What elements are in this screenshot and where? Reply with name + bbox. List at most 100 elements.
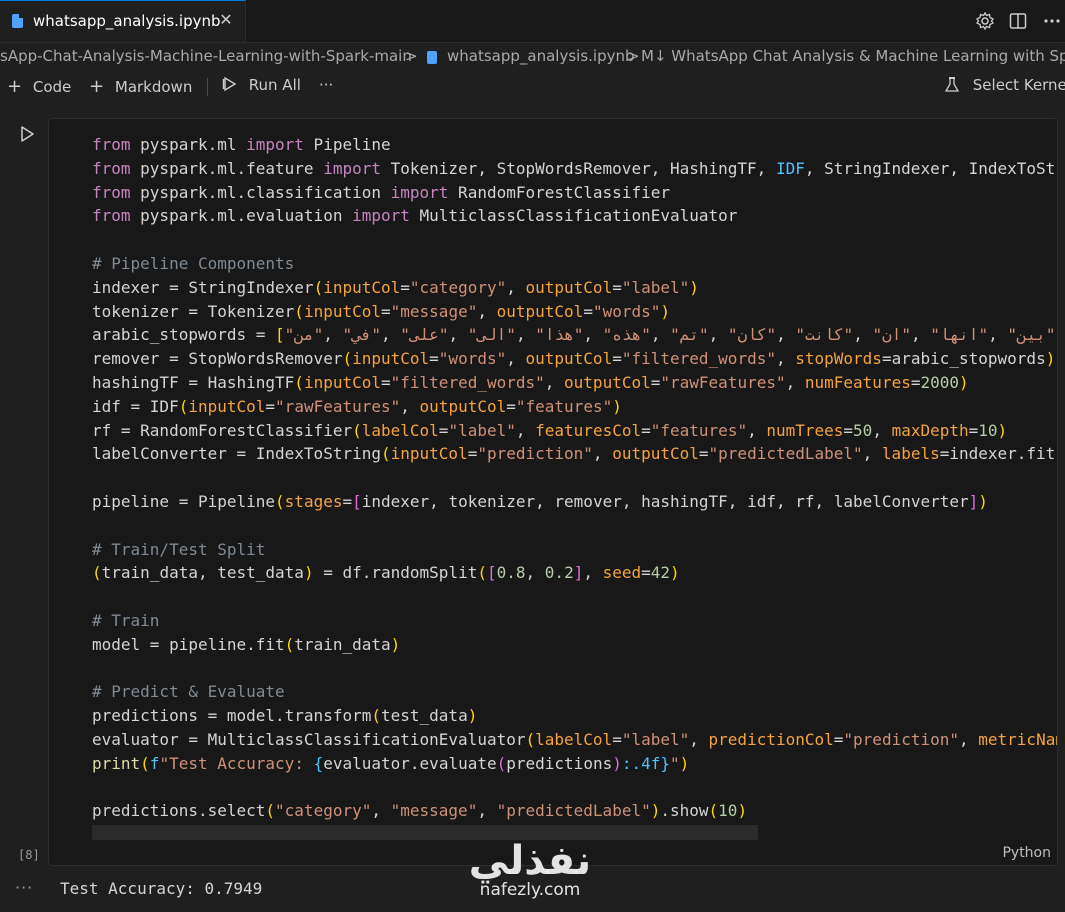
code-token: , [775,349,796,369]
code-token: labelCol [361,420,439,440]
code-line[interactable]: rf = RandomForestClassifier(labelCol="la… [92,419,1057,443]
run-all-icon [222,76,237,92]
code-line[interactable] [92,585,1057,609]
code-token: ) [390,634,401,654]
code-token: = [381,372,391,392]
code-token: , [650,325,671,345]
code-token: outputCol [419,396,507,416]
code-token: , [988,325,1008,345]
code-editor[interactable]: from pyspark.ml import Pipeline from pysp… [92,133,1057,823]
horizontal-scrollbar[interactable] [92,825,758,840]
code-line[interactable]: # Train [92,609,1057,633]
code-line[interactable]: remover = StopWordsRemover(inputCol="wor… [92,347,1057,371]
code-token: [ [352,491,362,511]
run-all-button[interactable]: Run All [222,76,301,94]
code-line[interactable]: tokenizer = Tokenizer(inputCol="message"… [92,300,1057,324]
run-all-label: Run All [248,76,301,94]
select-kernel-button[interactable]: Select Kernel [944,76,1065,94]
code-token: = [612,729,622,749]
notebook-toolbar: + Code + Markdown Run All ··· Select Ker… [0,72,1065,102]
code-token: ( [294,372,304,392]
code-token: =indexer.fit [939,444,1056,464]
code-token: import [352,206,410,226]
code-token: "features" [515,396,613,416]
code-line[interactable]: from pyspark.ml.classification import Ra… [92,181,1057,205]
code-line[interactable]: print(f"Test Accuracy: {evaluator.evalua… [92,752,1057,776]
code-token: "الى" [467,325,516,345]
notebook-tab[interactable]: whatsapp_analysis.ipynb ✕ [0,0,246,42]
split-editor-icon[interactable] [1008,11,1028,31]
code-line[interactable]: from pyspark.ml.evaluation import Multic… [92,204,1057,228]
code-token: predictionCol [708,729,834,749]
code-line[interactable]: predictions = model.transform(test_data) [92,704,1057,728]
code-token: , [747,420,767,440]
code-line[interactable]: # Predict & Evaluate [92,680,1057,704]
close-icon[interactable]: ✕ [216,10,236,30]
code-line[interactable] [92,776,1057,800]
more-toolbar-button[interactable]: ··· [319,76,333,94]
notebook-file-icon [12,14,23,28]
code-line[interactable]: from pyspark.ml.feature import Tokenizer… [92,157,1057,181]
code-token: idf = IDF [92,396,179,416]
code-line[interactable]: # Pipeline Components [92,252,1057,276]
code-line[interactable]: # Train/Test Split [92,538,1057,562]
code-line[interactable] [92,657,1057,681]
code-token: = [467,444,478,464]
breadcrumb-section[interactable]: M↓ WhatsApp Chat Analysis & Machine Lear… [641,47,1065,65]
code-token: "هذا" [535,325,584,345]
code-token: = [342,491,353,511]
code-token: inputCol [390,444,468,464]
code-token: "تم" [670,325,709,345]
code-token: evaluator = MulticlassClassificationEval… [92,729,526,749]
code-token: "prediction" [843,729,959,749]
code-line[interactable]: evaluator = MulticlassClassificationEval… [92,728,1057,752]
cell-language-label[interactable]: Python [1002,845,1051,861]
code-token: ( [284,634,295,654]
breadcrumb-file[interactable]: whatsapp_analysis.ipynb [447,47,635,65]
code-line[interactable]: pipeline = Pipeline(stages=[indexer, tok… [92,490,1057,514]
code-token: = [650,372,661,392]
code-line[interactable]: arabic_stopwords = ["من", "في", "على", "… [92,323,1057,347]
code-token: = [833,729,844,749]
code-token: evaluator.evaluate [323,753,497,773]
editor-tab-bar: whatsapp_analysis.ipynb ✕ [0,0,1065,43]
breadcrumb-folder[interactable]: sApp-Chat-Analysis-Machine-Learning-with… [0,47,412,65]
code-line[interactable] [92,228,1057,252]
code-token: ) [670,563,680,583]
code-token: ) [959,372,969,392]
code-line[interactable]: hashingTF = HashingTF(inputCol="filtered… [92,371,1057,395]
code-token: ( [140,753,150,773]
code-line[interactable]: model = pipeline.fit(train_data) [92,633,1057,657]
code-token: test_data [381,706,468,726]
code-token: print [92,753,141,773]
gear-icon[interactable] [975,11,995,31]
run-cell-icon[interactable] [17,124,37,144]
code-token: "انها" [930,325,989,345]
code-token: , [323,325,343,345]
code-token: ( [1055,444,1057,463]
code-token: , [583,325,603,345]
add-markdown-label: Markdown [114,78,193,96]
code-line[interactable] [92,514,1057,538]
code-line[interactable]: indexer = StringIndexer(inputCol="catego… [92,276,1057,300]
code-token: inputCol [323,277,401,297]
code-line[interactable]: from pyspark.ml import Pipeline [92,133,1057,157]
code-token: stopWords [795,349,882,369]
code-cell[interactable]: from pyspark.ml import Pipeline from pysp… [48,118,1058,866]
output-actions-button[interactable]: ··· [15,878,33,897]
code-line[interactable] [92,466,1057,490]
code-token: model = pipeline.fit [92,634,285,654]
more-actions-icon[interactable] [1042,11,1062,31]
code-token: = [698,444,709,464]
code-line[interactable]: predictions.select("category", "message"… [92,799,1057,823]
add-markdown-cell-button[interactable]: + Markdown [89,76,192,97]
code-token: predictions = model.transform [92,706,372,726]
code-token: , [911,325,931,345]
code-line[interactable]: (train_data, test_data) = df.randomSplit… [92,561,1057,585]
add-code-cell-button[interactable]: + Code [7,76,71,97]
code-token: tokenizer = Tokenizer [92,301,295,321]
code-token: ( [525,729,536,749]
kernel-icon [944,77,960,92]
code-line[interactable]: labelConverter = IndexToString(inputCol=… [92,442,1057,466]
code-line[interactable]: idf = IDF(inputCol="rawFeatures", output… [92,395,1057,419]
